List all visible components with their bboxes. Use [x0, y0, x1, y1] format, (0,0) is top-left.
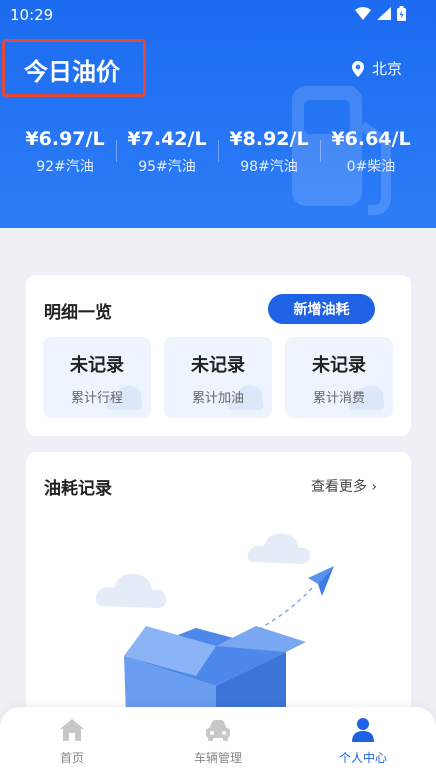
person-icon	[352, 718, 374, 742]
stat-value: 未记录	[312, 355, 366, 376]
stat-total-refuel[interactable]: 未记录 累计加油	[164, 337, 272, 418]
wifi-icon	[355, 7, 371, 20]
stat-total-mileage[interactable]: 未记录 累计行程	[43, 337, 151, 418]
add-fuel-record-button[interactable]: 新增油耗	[268, 294, 375, 324]
status-time: 10:29	[10, 6, 54, 24]
tab-personal-center[interactable]: 个人中心	[313, 717, 413, 766]
tab-label: 首页	[59, 751, 84, 765]
location-selector[interactable]: 北京	[351, 58, 402, 79]
price-value: ¥7.42/L	[127, 128, 207, 150]
fuel-price-98: ¥8.92/L 98#汽油	[218, 128, 320, 188]
price-label: 92#汽油	[36, 159, 94, 175]
price-label: 98#汽油	[240, 159, 298, 175]
car-icon	[206, 720, 230, 741]
details-title: 明细一览	[44, 303, 112, 323]
price-label: 0#柴油	[346, 159, 396, 175]
fuel-price-list: ¥6.97/L 92#汽油 ¥7.42/L 95#汽油 ¥8.92/L 98#汽…	[0, 128, 436, 188]
page-title: 今日油价	[24, 58, 120, 86]
price-value: ¥8.92/L	[229, 128, 309, 150]
fuel-price-92: ¥6.97/L 92#汽油	[14, 128, 116, 188]
details-card: 明细一览 新增油耗 未记录 累计行程 未记录 累计加油 未记录 累计消费	[26, 275, 411, 436]
cellular-signal-icon	[377, 7, 391, 20]
location-pin-icon	[351, 60, 364, 77]
price-label: 95#汽油	[138, 159, 196, 175]
tab-vehicle-management[interactable]: 车辆管理	[168, 717, 268, 766]
records-title: 油耗记录	[44, 479, 112, 499]
empty-box-illustration	[95, 533, 334, 716]
stat-value: 未记录	[191, 355, 245, 376]
status-bar: 10:29	[0, 0, 436, 30]
fuel-price-95: ¥7.42/L 95#汽油	[116, 128, 218, 188]
stat-label: 累计行程	[70, 391, 123, 406]
bottom-tab-bar: 首页 车辆管理 个人中心	[0, 707, 436, 775]
stat-label: 累计消费	[312, 391, 365, 406]
fuel-price-diesel: ¥6.64/L 0#柴油	[320, 128, 422, 188]
view-more-link[interactable]: 查看更多 ›	[311, 476, 377, 496]
stat-value: 未记录	[70, 355, 124, 376]
price-value: ¥6.64/L	[331, 128, 411, 150]
stat-label: 累计加油	[191, 391, 244, 406]
tab-label: 车辆管理	[193, 751, 242, 765]
stat-total-cost[interactable]: 未记录 累计消费	[285, 337, 393, 418]
battery-icon	[397, 6, 406, 21]
tab-label: 个人中心	[338, 751, 387, 765]
location-label: 北京	[371, 60, 402, 78]
home-icon	[60, 719, 84, 741]
price-value: ¥6.97/L	[25, 128, 105, 150]
tab-home[interactable]: 首页	[22, 717, 122, 766]
header: 10:29 今日油价 北京 ¥6.97/L 92#汽油 ¥7.42/L 95#汽…	[0, 0, 436, 228]
